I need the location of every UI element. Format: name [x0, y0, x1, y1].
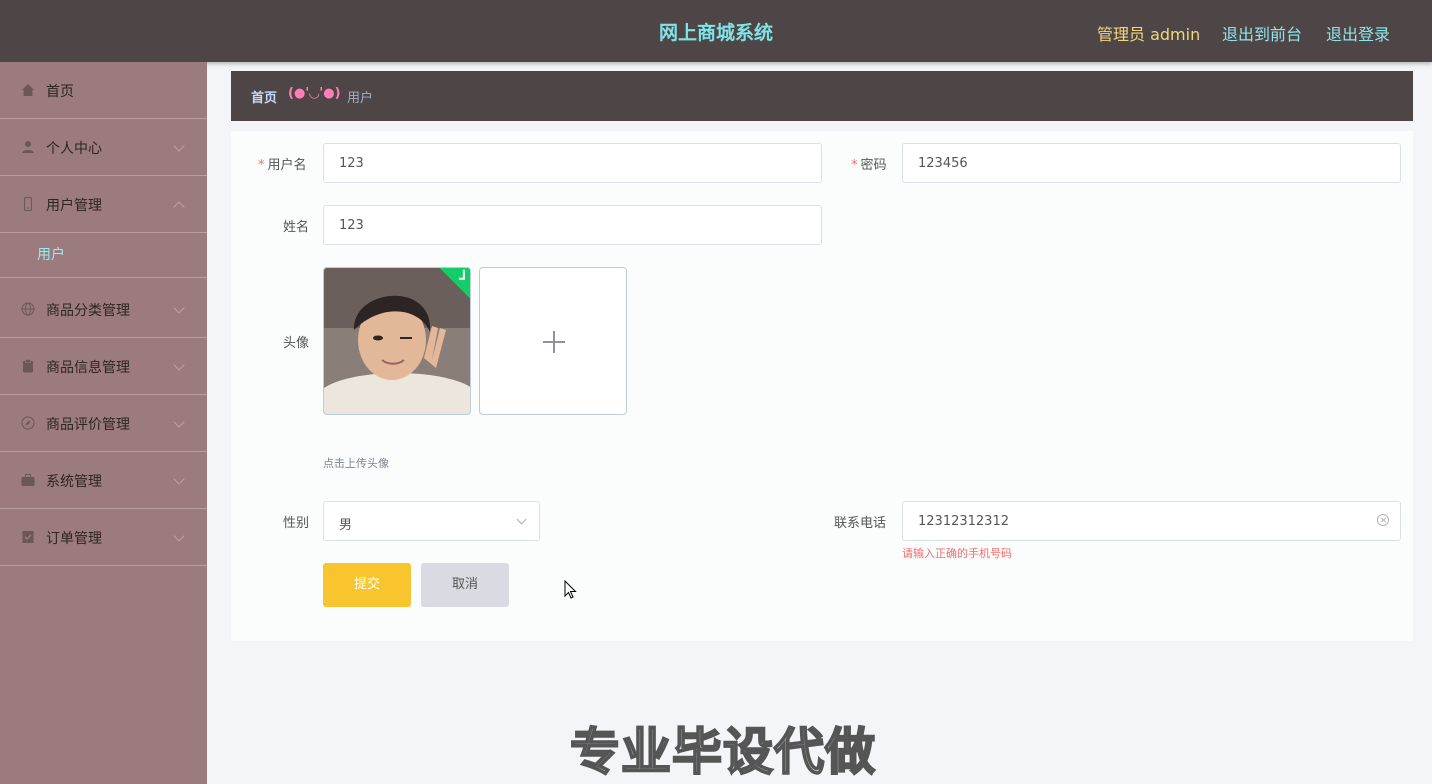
username-input[interactable] — [323, 143, 822, 183]
sidebar-item-order-management[interactable]: 订单管理 — [0, 509, 207, 566]
password-label: * 密码 — [851, 154, 887, 173]
phone-label: 联系电话 — [834, 516, 887, 531]
breadcrumb-home[interactable]: 首页 — [251, 87, 277, 106]
sidebar: 首页 个人中心 用户管理 用户 商品分类管理 商品信息管理 商品评价管理 系统管… — [0, 62, 207, 784]
sidebar-item-label: 订单管理 — [46, 531, 102, 547]
breadcrumb-separator: (●'◡'●) — [288, 86, 341, 101]
username-label-text: 用户名 — [267, 158, 307, 173]
compass-icon — [21, 416, 35, 430]
chevron-down-icon — [173, 359, 185, 371]
username-label: * 用户名 — [258, 154, 307, 173]
sidebar-subitem-user[interactable]: 用户 — [0, 233, 207, 278]
admin-label: 管理员 admin — [1097, 25, 1201, 44]
briefcase-icon — [21, 474, 35, 486]
sidebar-item-label: 首页 — [46, 84, 74, 100]
chevron-down-icon — [173, 530, 185, 542]
top-header: 网上商城系统 管理员 admin 退出到前台 退出登录 — [0, 0, 1432, 62]
mouse-cursor-icon — [564, 580, 577, 599]
sidebar-subitem-label: 用户 — [37, 247, 65, 263]
sidebar-item-label: 用户管理 — [46, 198, 102, 214]
phone-error-message: 请输入正确的手机号码 — [902, 547, 1012, 560]
password-label-text: 密码 — [860, 158, 887, 173]
required-mark: * — [851, 158, 858, 173]
phone-icon — [24, 197, 32, 211]
phone-input[interactable] — [902, 501, 1401, 541]
document-icon — [22, 531, 34, 543]
app-title: 网上商城系统 — [658, 22, 773, 44]
chevron-down-icon — [516, 514, 527, 525]
sidebar-item-home[interactable]: 首页 — [0, 62, 207, 119]
sidebar-item-product-management[interactable]: 商品信息管理 — [0, 338, 207, 395]
breadcrumb: 首页 (●'◡'●) 用户 — [231, 71, 1413, 121]
chevron-down-icon — [173, 473, 185, 485]
avatar-label: 头像 — [283, 336, 310, 351]
chevron-down-icon — [173, 302, 185, 314]
sidebar-item-user-management[interactable]: 用户管理 — [0, 176, 207, 233]
clipboard-icon — [23, 359, 33, 373]
chevron-down-icon — [173, 140, 185, 152]
chevron-down-icon — [173, 416, 185, 428]
avatar-preview[interactable] — [323, 267, 471, 415]
required-mark: * — [258, 158, 265, 173]
name-input[interactable] — [323, 205, 822, 245]
password-input[interactable] — [902, 143, 1401, 183]
chevron-up-icon — [173, 201, 185, 213]
sidebar-item-review-management[interactable]: 商品评价管理 — [0, 395, 207, 452]
sidebar-item-system-management[interactable]: 系统管理 — [0, 452, 207, 509]
sidebar-item-label: 系统管理 — [46, 474, 102, 490]
breadcrumb-current: 用户 — [347, 91, 374, 106]
sidebar-item-profile[interactable]: 个人中心 — [0, 119, 207, 176]
sidebar-item-label: 商品分类管理 — [46, 303, 130, 319]
globe-icon — [21, 302, 35, 316]
gender-label: 性别 — [283, 516, 310, 531]
watermark-text: 专业毕设代做 — [569, 722, 876, 782]
sidebar-item-label: 商品评价管理 — [46, 417, 130, 433]
plus-icon — [543, 331, 565, 353]
avatar-upload-button[interactable] — [479, 267, 627, 415]
sidebar-item-label: 个人中心 — [46, 141, 102, 157]
home-icon — [22, 84, 34, 96]
avatar-upload-tip: 点击上传头像 — [323, 457, 389, 470]
sidebar-item-label: 商品信息管理 — [46, 360, 130, 376]
gender-select[interactable]: 男 — [323, 501, 540, 541]
clear-icon[interactable] — [1377, 514, 1389, 526]
logout-link[interactable]: 退出登录 — [1326, 21, 1390, 45]
exit-to-frontend-link[interactable]: 退出到前台 — [1222, 21, 1302, 45]
cancel-button[interactable]: 取消 — [421, 563, 509, 607]
avatar-photo — [324, 268, 470, 414]
gender-selected-value: 男 — [339, 518, 353, 533]
user-icon — [22, 141, 34, 153]
name-label: 姓名 — [283, 220, 310, 235]
sidebar-item-category-management[interactable]: 商品分类管理 — [0, 281, 207, 338]
submit-button[interactable]: 提交 — [323, 563, 411, 607]
